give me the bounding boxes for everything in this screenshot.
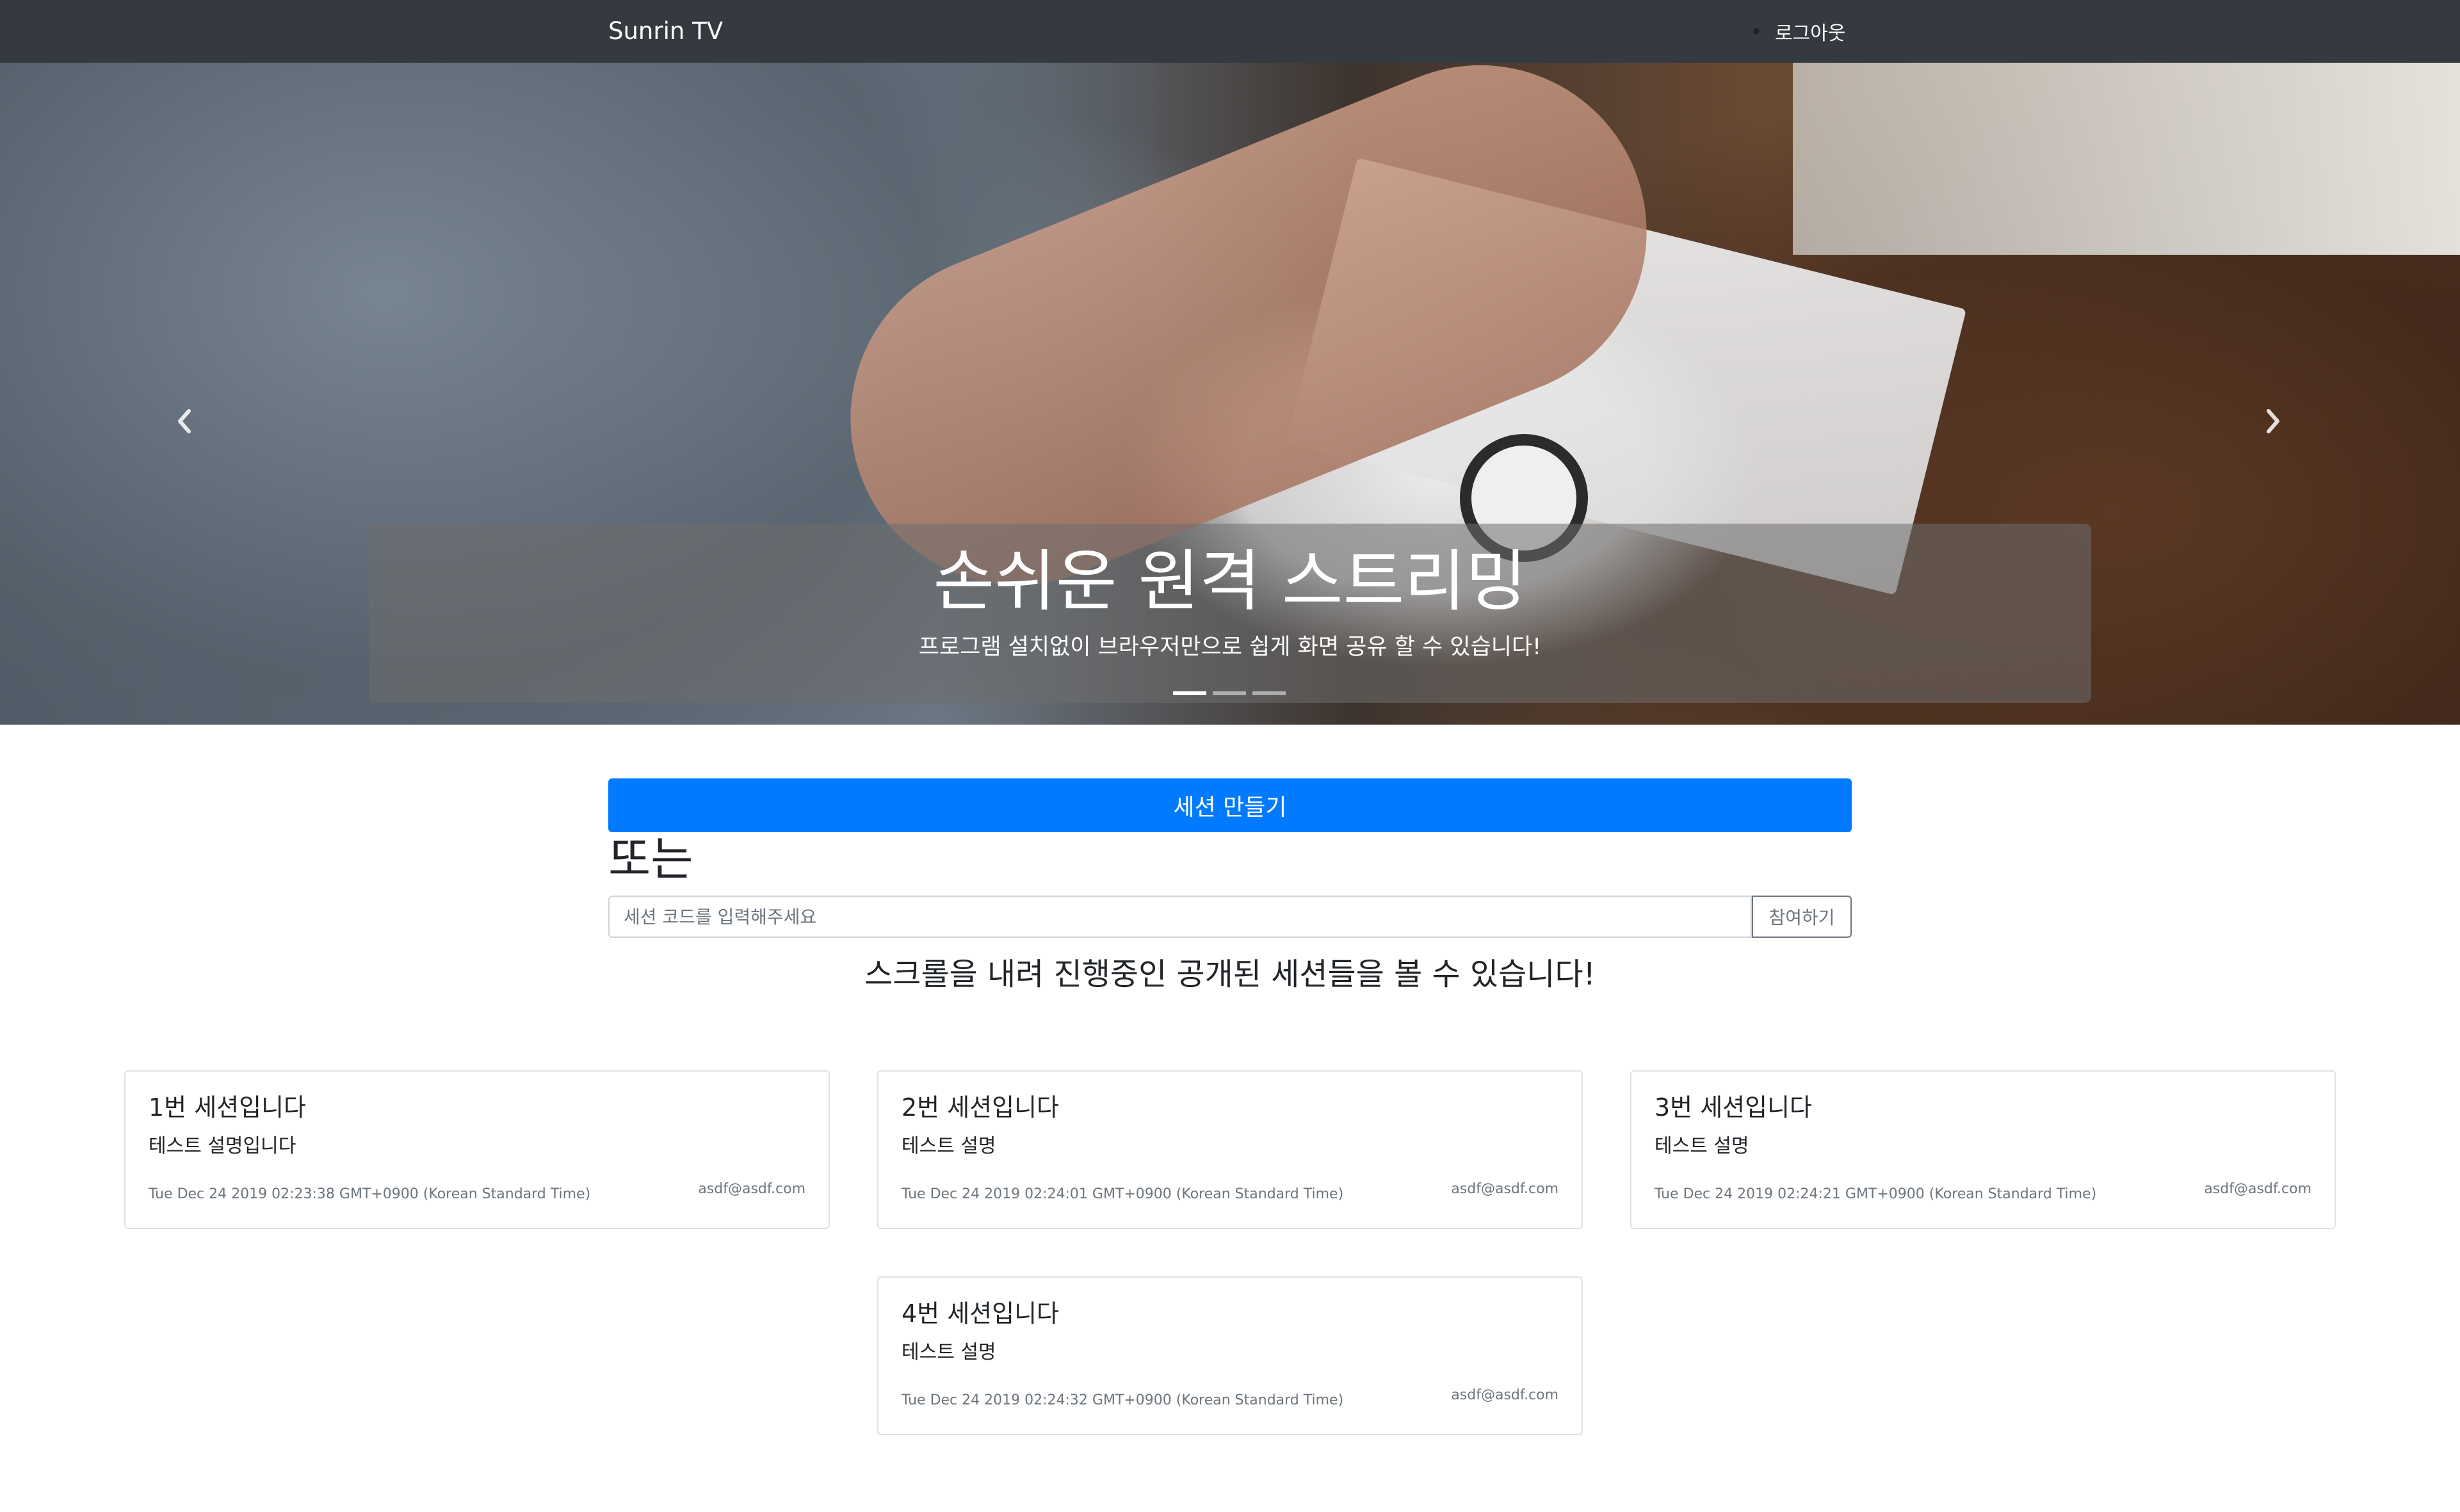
or-label: 또는 bbox=[608, 832, 693, 886]
session-owner: asdf@asdf.com bbox=[2204, 1181, 2311, 1197]
carousel-title: 손쉬운 원격 스트리밍 bbox=[933, 542, 1527, 620]
carousel-prev-button[interactable] bbox=[165, 402, 204, 440]
session-code-input[interactable] bbox=[608, 896, 1752, 938]
session-description: 테스트 설명입니다 bbox=[149, 1135, 296, 1157]
session-timestamp: Tue Dec 24 2019 02:24:21 GMT+0900 (Korea… bbox=[1655, 1186, 2097, 1202]
session-description: 테스트 설명 bbox=[1655, 1135, 1749, 1157]
hero-carousel: 손쉬운 원격 스트리밍 프로그램 설치없이 브라우저만으로 쉽게 화면 공유 할… bbox=[0, 63, 2460, 725]
session-timestamp: Tue Dec 24 2019 02:24:01 GMT+0900 (Korea… bbox=[902, 1186, 1344, 1202]
carousel-indicator-1[interactable] bbox=[1173, 691, 1206, 695]
carousel-next-button[interactable] bbox=[2254, 402, 2292, 440]
chevron-left-icon bbox=[178, 409, 191, 433]
session-owner: asdf@asdf.com bbox=[698, 1181, 805, 1197]
session-description: 테스트 설명 bbox=[902, 1135, 996, 1157]
create-session-button[interactable]: 세션 만들기 bbox=[608, 778, 1852, 832]
carousel-caption: 손쉬운 원격 스트리밍 프로그램 설치없이 브라우저만으로 쉽게 화면 공유 할… bbox=[369, 524, 2091, 703]
session-timestamp: Tue Dec 24 2019 02:24:32 GMT+0900 (Korea… bbox=[902, 1392, 1344, 1408]
join-session-button[interactable]: 참여하기 bbox=[1752, 896, 1852, 938]
carousel-indicator-3[interactable] bbox=[1252, 691, 1286, 695]
carousel-indicator-2[interactable] bbox=[1213, 691, 1246, 695]
chevron-right-icon bbox=[2267, 409, 2279, 433]
top-navbar: Sunrin TV 로그아웃 bbox=[0, 0, 2460, 63]
session-card[interactable]: 3번 세션입니다 테스트 설명 Tue Dec 24 2019 02:24:21… bbox=[1630, 1070, 2336, 1229]
bullet-icon bbox=[1753, 28, 1760, 35]
scroll-hint-text: 스크롤을 내려 진행중인 공개된 세션들을 볼 수 있습니다! bbox=[864, 956, 1596, 992]
session-timestamp: Tue Dec 24 2019 02:23:38 GMT+0900 (Korea… bbox=[149, 1186, 591, 1202]
session-title: 2번 세션입니다 bbox=[902, 1093, 1060, 1122]
nav-right: 로그아웃 bbox=[1753, 14, 1845, 49]
session-title: 4번 세션입니다 bbox=[902, 1299, 1060, 1328]
session-description: 테스트 설명 bbox=[902, 1341, 996, 1363]
carousel-indicators bbox=[1173, 691, 1286, 695]
logout-link[interactable]: 로그아웃 bbox=[1775, 17, 1845, 45]
carousel-subtitle: 프로그램 설치없이 브라우저만으로 쉽게 화면 공유 할 수 있습니다! bbox=[918, 634, 1542, 660]
session-owner: asdf@asdf.com bbox=[1451, 1387, 1558, 1403]
session-title: 1번 세션입니다 bbox=[149, 1093, 307, 1122]
session-card[interactable]: 2번 세션입니다 테스트 설명 Tue Dec 24 2019 02:24:01… bbox=[877, 1070, 1583, 1229]
hero-image-window bbox=[1793, 63, 2460, 255]
session-card[interactable]: 1번 세션입니다 테스트 설명입니다 Tue Dec 24 2019 02:23… bbox=[124, 1070, 830, 1229]
session-title: 3번 세션입니다 bbox=[1655, 1093, 1813, 1122]
session-card[interactable]: 4번 세션입니다 테스트 설명 Tue Dec 24 2019 02:24:32… bbox=[877, 1276, 1583, 1435]
brand-logo[interactable]: Sunrin TV bbox=[608, 14, 723, 49]
session-owner: asdf@asdf.com bbox=[1451, 1181, 1558, 1197]
